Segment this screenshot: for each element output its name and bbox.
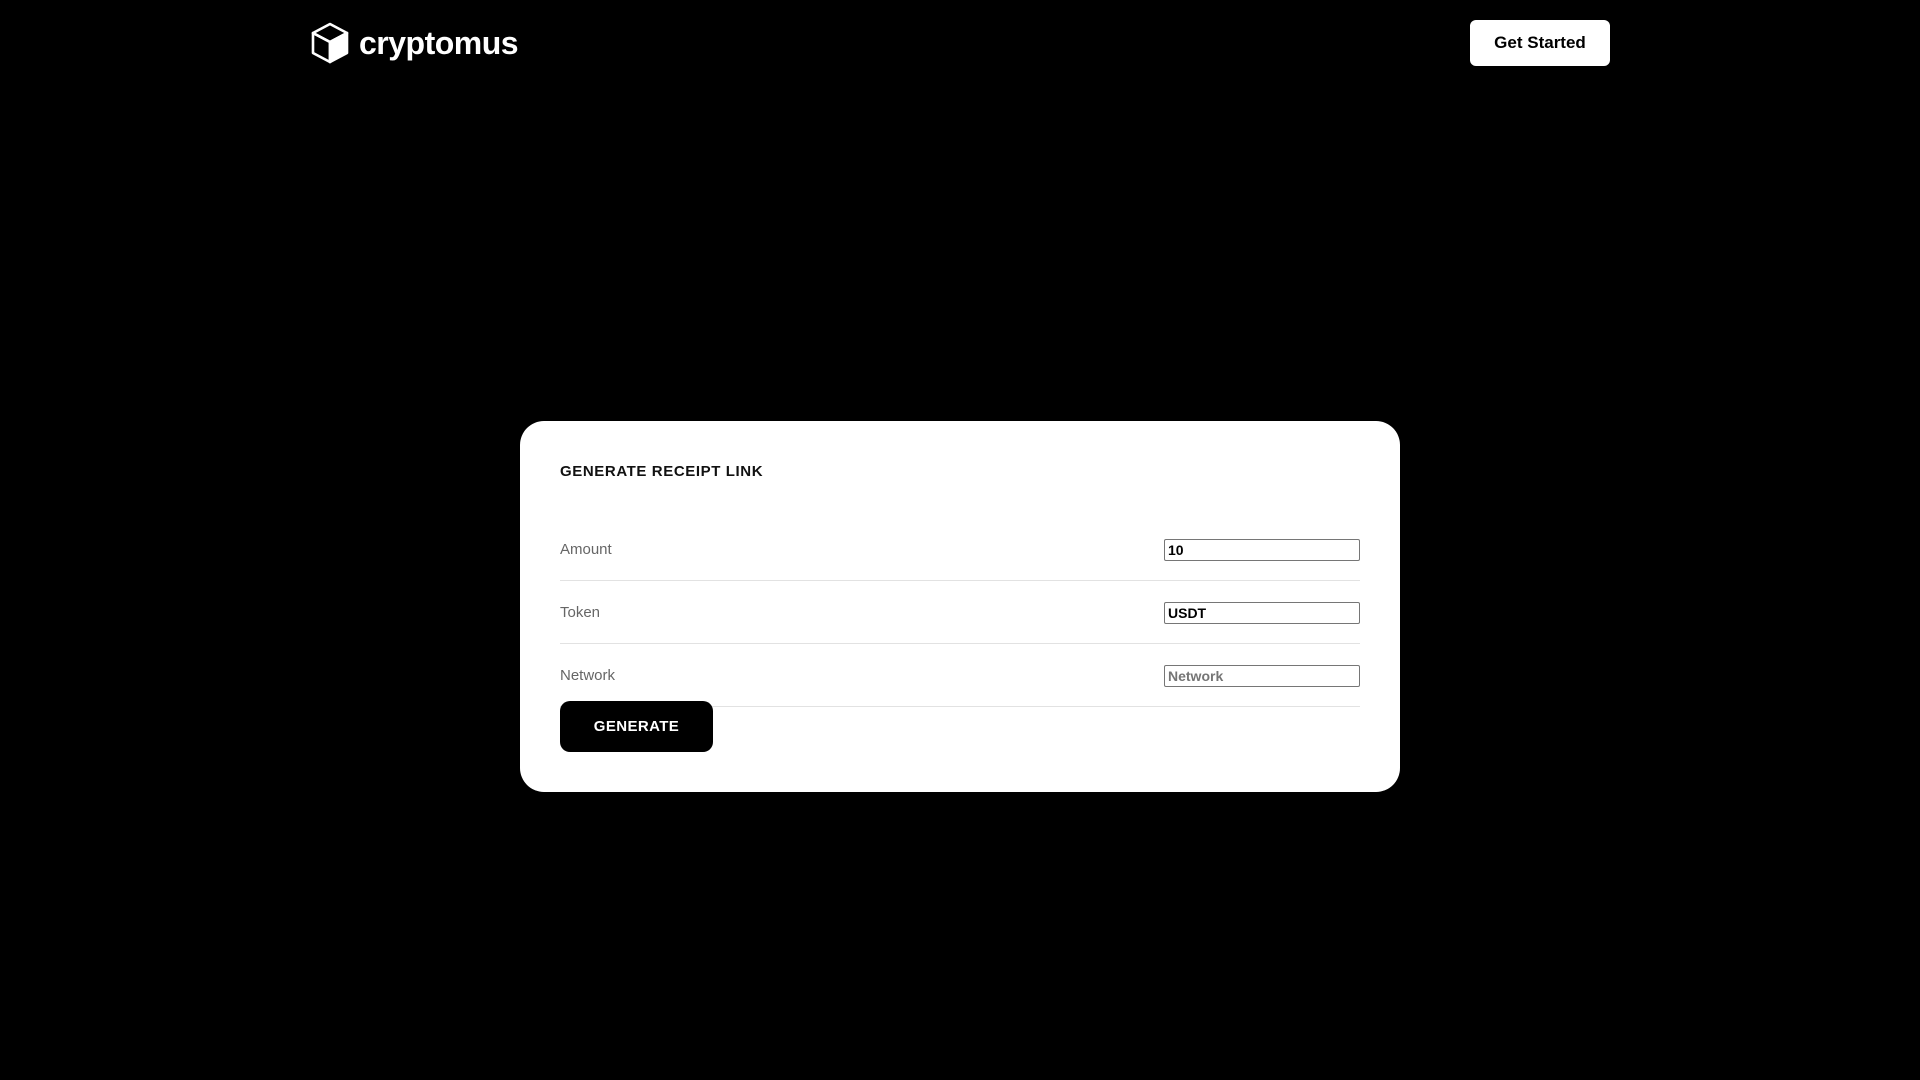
generate-button[interactable]: GENERATE [560,701,713,752]
brand-logo[interactable]: cryptomus [311,22,519,64]
network-row: Network [560,644,1360,707]
amount-label: Amount [560,541,612,558]
network-label: Network [560,667,616,684]
amount-row: Amount [560,518,1360,581]
token-row: Token [560,581,1360,644]
amount-input[interactable] [1164,539,1360,561]
network-input[interactable] [1164,665,1360,687]
get-started-button[interactable]: Get Started [1470,20,1610,66]
token-label: Token [560,604,601,621]
cube-icon [311,22,349,64]
form-title: GENERATE RECEIPT LINK [560,463,764,480]
brand-name: cryptomus [359,25,519,61]
site-header: cryptomus Get Started [0,0,1920,86]
receipt-form-card: GENERATE RECEIPT LINK Amount Token Netwo… [520,421,1400,792]
form-fields: Amount Token Network [560,518,1360,707]
token-input[interactable] [1164,602,1360,624]
